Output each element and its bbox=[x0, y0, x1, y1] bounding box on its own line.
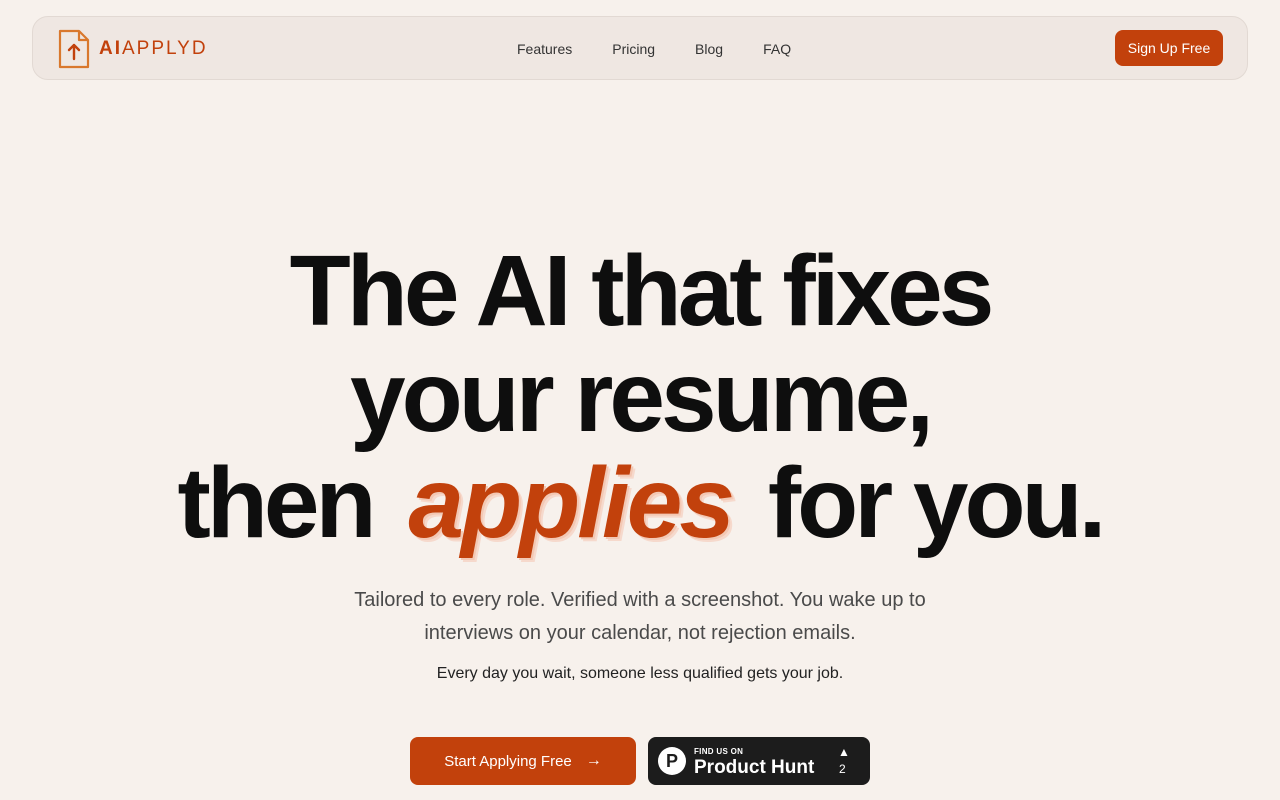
logo[interactable]: AIAPPLYD bbox=[57, 29, 208, 69]
nav-link-features[interactable]: Features bbox=[517, 41, 572, 57]
product-hunt-badge[interactable]: P FIND US ON Product Hunt ▲ 2 bbox=[648, 737, 870, 785]
hero-line-2: your resume, bbox=[349, 341, 934, 453]
hero-subtitle: Tailored to every role. Verified with a … bbox=[354, 589, 926, 644]
hero-line-3-after: for you. bbox=[767, 447, 1107, 559]
navbar: AIAPPLYD Features Pricing Blog FAQ Sign … bbox=[32, 16, 1248, 80]
nav-link-faq[interactable]: FAQ bbox=[763, 41, 791, 57]
start-applying-button[interactable]: Start Applying Free → bbox=[410, 737, 636, 785]
nav-link-blog[interactable]: Blog bbox=[695, 41, 723, 57]
product-hunt-name: Product Hunt bbox=[694, 757, 815, 778]
upvote-count: 2 bbox=[839, 762, 846, 776]
upvote-triangle-icon: ▲ bbox=[838, 745, 850, 759]
document-upload-icon bbox=[58, 29, 90, 69]
hero-title: The AI that fixes your resume, then appl… bbox=[0, 238, 1280, 556]
nav-link-pricing[interactable]: Pricing bbox=[612, 41, 655, 57]
hero-line-3-before: then bbox=[177, 447, 377, 559]
product-hunt-small-text: FIND US ON bbox=[694, 747, 744, 756]
hero-line-1: The AI that fixes bbox=[289, 235, 995, 347]
product-hunt-logo-icon: P bbox=[658, 747, 686, 775]
arrow-right-icon: → bbox=[585, 752, 602, 769]
logo-text: AIAPPLYD bbox=[99, 38, 208, 59]
hero-accent-word: applies bbox=[408, 447, 735, 559]
nav-links: Features Pricing Blog FAQ bbox=[517, 17, 831, 81]
start-applying-label: Start Applying Free bbox=[444, 752, 572, 770]
sign-up-button[interactable]: Sign Up Free bbox=[1115, 30, 1223, 66]
hero-tagline: Every day you wait, someone less qualifi… bbox=[436, 665, 844, 682]
